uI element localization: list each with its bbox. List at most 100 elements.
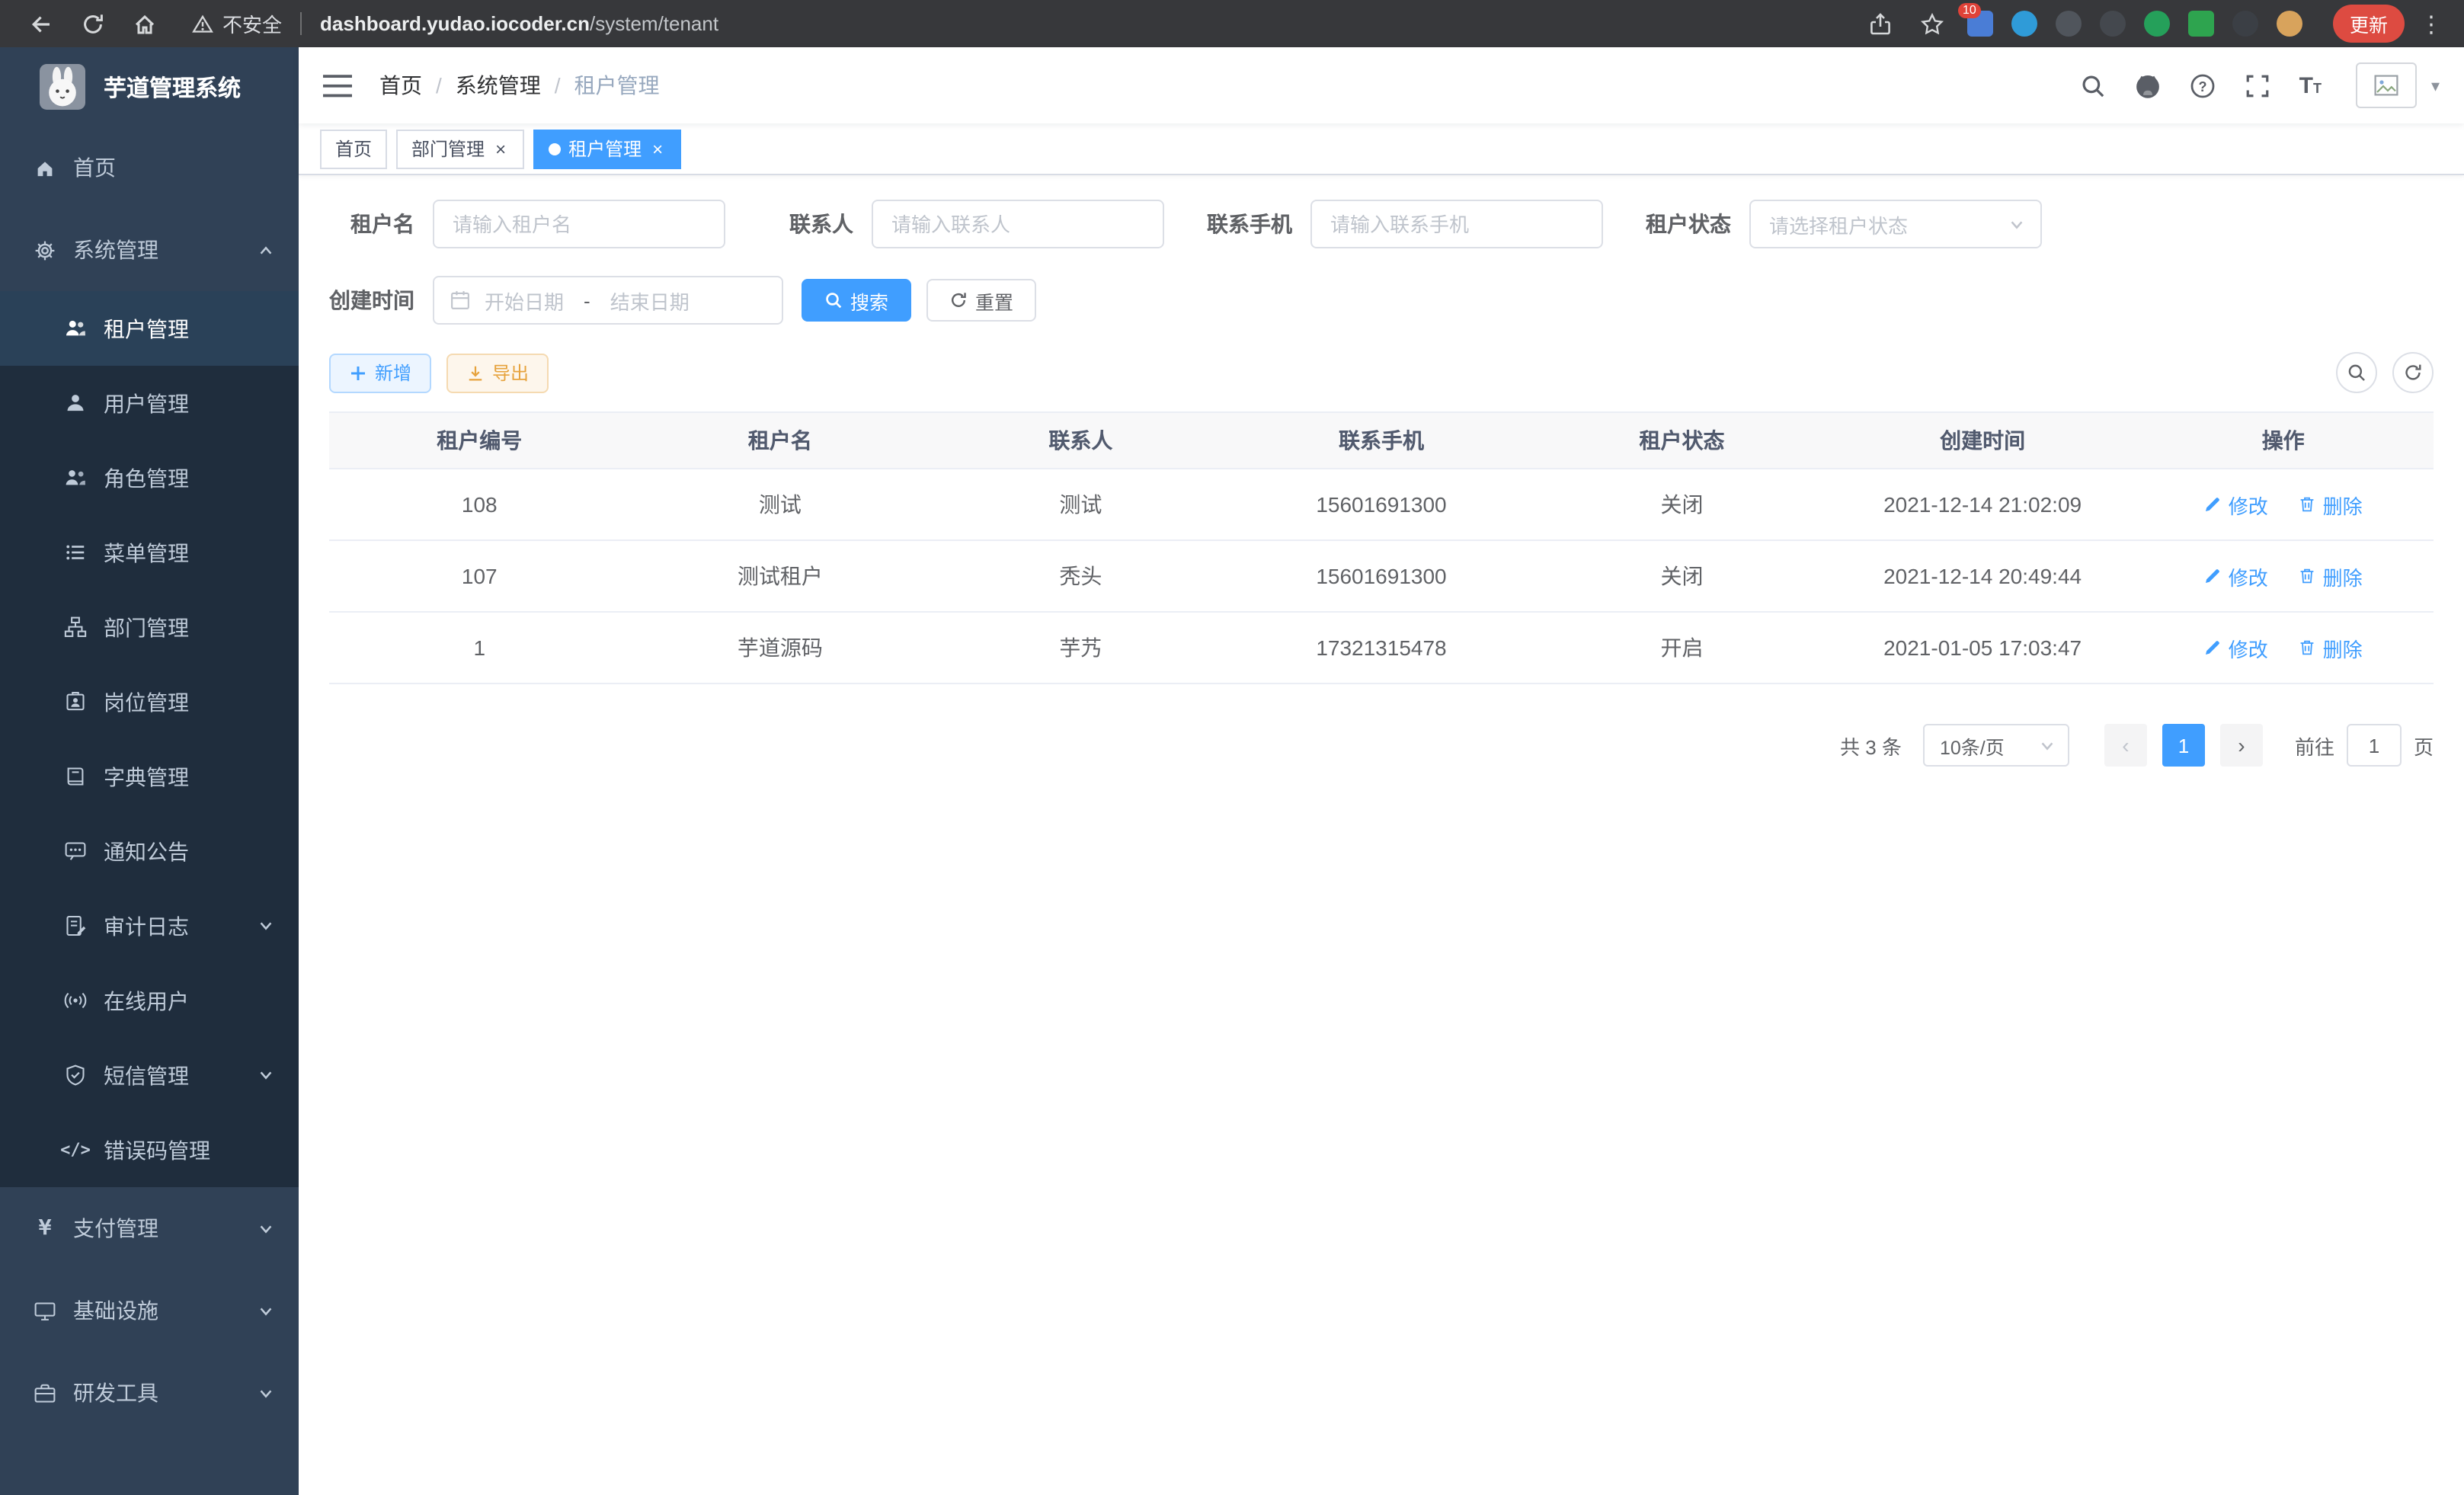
sidebar-item-label: 用户管理 bbox=[104, 388, 189, 418]
sidebar-item-tenant[interactable]: 租户管理 bbox=[0, 291, 299, 366]
goto-page-input[interactable] bbox=[2347, 724, 2402, 767]
fullscreen-icon[interactable] bbox=[2245, 72, 2270, 98]
delete-link[interactable]: 删除 bbox=[2299, 633, 2363, 662]
chrome-update-button[interactable]: 更新 bbox=[2333, 5, 2405, 43]
sidebar-item-label: 岗位管理 bbox=[104, 687, 189, 717]
delete-link[interactable]: 删除 bbox=[2299, 562, 2363, 591]
browser-right-icons: 10 更新 ⋮ bbox=[1854, 5, 2449, 43]
tag-tenant[interactable]: 租户管理 × bbox=[533, 129, 681, 168]
close-icon[interactable]: × bbox=[649, 139, 666, 158]
sidebar-item-dict[interactable]: 字典管理 bbox=[0, 739, 299, 814]
phone-input[interactable] bbox=[1310, 200, 1603, 248]
sidebar-item-notice[interactable]: 通知公告 bbox=[0, 814, 299, 888]
col-status: 租户状态 bbox=[1531, 412, 1832, 469]
avatar[interactable] bbox=[2357, 62, 2418, 108]
page-size-select[interactable]: 10条/页 bbox=[1923, 724, 2069, 767]
reset-button[interactable]: 重置 bbox=[926, 279, 1036, 322]
tenant-name-input[interactable] bbox=[433, 200, 725, 248]
breadcrumb-home[interactable]: 首页 bbox=[379, 70, 422, 101]
sidebar-item-label: 部门管理 bbox=[104, 612, 189, 642]
edit-link[interactable]: 修改 bbox=[2204, 490, 2268, 519]
toggle-search-button[interactable] bbox=[2336, 352, 2377, 393]
add-button[interactable]: 新增 bbox=[329, 353, 431, 392]
date-separator: - bbox=[584, 289, 590, 312]
sidebar-item-online[interactable]: 在线用户 bbox=[0, 963, 299, 1038]
extension-icon-8[interactable] bbox=[2277, 11, 2302, 37]
gear-icon bbox=[34, 238, 56, 261]
cell-id: 108 bbox=[329, 469, 630, 540]
sidebar-item-label: 租户管理 bbox=[104, 313, 189, 344]
tag-home[interactable]: 首页 bbox=[320, 129, 387, 168]
search-icon[interactable] bbox=[2080, 72, 2106, 98]
tenant-users-icon bbox=[64, 317, 87, 340]
sidebar-item-sms[interactable]: 短信管理 bbox=[0, 1038, 299, 1112]
next-page-button[interactable]: › bbox=[2220, 724, 2263, 767]
delete-label: 删除 bbox=[2323, 562, 2363, 591]
user-icon bbox=[64, 392, 87, 415]
cell-id: 1 bbox=[329, 612, 630, 683]
sidebar-item-role[interactable]: 角色管理 bbox=[0, 440, 299, 515]
extension-icon-3[interactable] bbox=[2056, 11, 2082, 37]
address-bar[interactable]: dashboard.yudao.iocoder.cn/system/tenant bbox=[320, 12, 718, 35]
status-placeholder: 请选择租户状态 bbox=[1769, 210, 1908, 238]
tag-dept[interactable]: 部门管理 × bbox=[396, 129, 524, 168]
extension-icon-1[interactable]: 10 bbox=[1967, 11, 1993, 37]
browser-menu-icon[interactable]: ⋮ bbox=[2420, 10, 2443, 37]
edit-link[interactable]: 修改 bbox=[2204, 633, 2268, 662]
edit-link[interactable]: 修改 bbox=[2204, 562, 2268, 591]
breadcrumb-system[interactable]: 系统管理 bbox=[456, 70, 541, 101]
extension-icon-4[interactable] bbox=[2100, 11, 2126, 37]
back-icon[interactable] bbox=[29, 11, 53, 36]
sidebar-item-devtools[interactable]: 研发工具 bbox=[0, 1352, 299, 1434]
question-icon[interactable]: ? bbox=[2190, 72, 2216, 98]
sidebar-item-post[interactable]: 岗位管理 bbox=[0, 664, 299, 739]
breadcrumb: 首页 / 系统管理 / 租户管理 bbox=[379, 70, 660, 101]
sidebar-item-pay[interactable]: ¥ 支付管理 bbox=[0, 1187, 299, 1269]
extension-icon-2[interactable] bbox=[2011, 11, 2037, 37]
search-icon bbox=[2347, 363, 2366, 383]
sidebar-toggle-icon[interactable] bbox=[323, 74, 352, 97]
bookmark-star-icon[interactable] bbox=[1920, 11, 1944, 36]
security-chip[interactable]: 不安全 bbox=[192, 9, 282, 38]
edit-pencil-icon bbox=[2204, 639, 2222, 657]
active-dot bbox=[549, 142, 561, 155]
page-button-1[interactable]: 1 bbox=[2162, 724, 2205, 767]
export-button[interactable]: 导出 bbox=[446, 353, 549, 392]
extension-icon-5[interactable] bbox=[2144, 11, 2170, 37]
share-icon[interactable] bbox=[1868, 11, 1893, 36]
search-button[interactable]: 搜索 bbox=[802, 279, 911, 322]
error-code-icon: </> bbox=[64, 1138, 87, 1161]
trash-icon bbox=[2299, 495, 2317, 514]
col-created: 创建时间 bbox=[1832, 412, 2133, 469]
sidebar-item-infra[interactable]: 基础设施 bbox=[0, 1269, 299, 1352]
sidebar-item-dept[interactable]: 部门管理 bbox=[0, 590, 299, 664]
github-icon[interactable] bbox=[2135, 72, 2161, 98]
caret-down-icon[interactable]: ▾ bbox=[2431, 76, 2440, 96]
tag-label: 租户管理 bbox=[568, 136, 642, 162]
extension-icon-6[interactable] bbox=[2188, 11, 2214, 37]
sidebar-item-audit[interactable]: 审计日志 bbox=[0, 888, 299, 963]
post-badge-icon bbox=[64, 690, 87, 713]
sidebar-item-menu[interactable]: 菜单管理 bbox=[0, 515, 299, 590]
sidebar-item-user[interactable]: 用户管理 bbox=[0, 366, 299, 440]
delete-link[interactable]: 删除 bbox=[2299, 490, 2363, 519]
close-icon[interactable]: × bbox=[492, 139, 509, 158]
edit-label: 修改 bbox=[2229, 490, 2268, 519]
refresh-table-button[interactable] bbox=[2392, 352, 2434, 393]
sidebar-item-system[interactable]: 系统管理 bbox=[0, 209, 299, 291]
extension-icon-7[interactable] bbox=[2232, 11, 2258, 37]
date-range-picker[interactable]: 开始日期 - 结束日期 bbox=[433, 276, 783, 325]
status-select[interactable]: 请选择租户状态 bbox=[1749, 200, 2042, 248]
contact-input[interactable] bbox=[872, 200, 1164, 248]
home-icon[interactable] bbox=[133, 11, 157, 36]
app-title: 芋道管理系统 bbox=[104, 71, 241, 103]
sidebar-logo[interactable]: 芋道管理系统 bbox=[0, 47, 299, 126]
prev-page-button[interactable]: ‹ bbox=[2104, 724, 2147, 767]
sidebar-item-errorcode[interactable]: </> 错误码管理 bbox=[0, 1112, 299, 1187]
reload-icon[interactable] bbox=[81, 11, 105, 36]
sidebar-item-home[interactable]: 首页 bbox=[0, 126, 299, 209]
search-icon bbox=[824, 291, 843, 309]
reset-button-label: 重置 bbox=[975, 286, 1013, 315]
font-size-icon[interactable]: TT bbox=[2299, 74, 2322, 97]
table-row: 107 测试租户 秃头 15601691300 关闭 2021-12-14 20… bbox=[329, 540, 2434, 612]
